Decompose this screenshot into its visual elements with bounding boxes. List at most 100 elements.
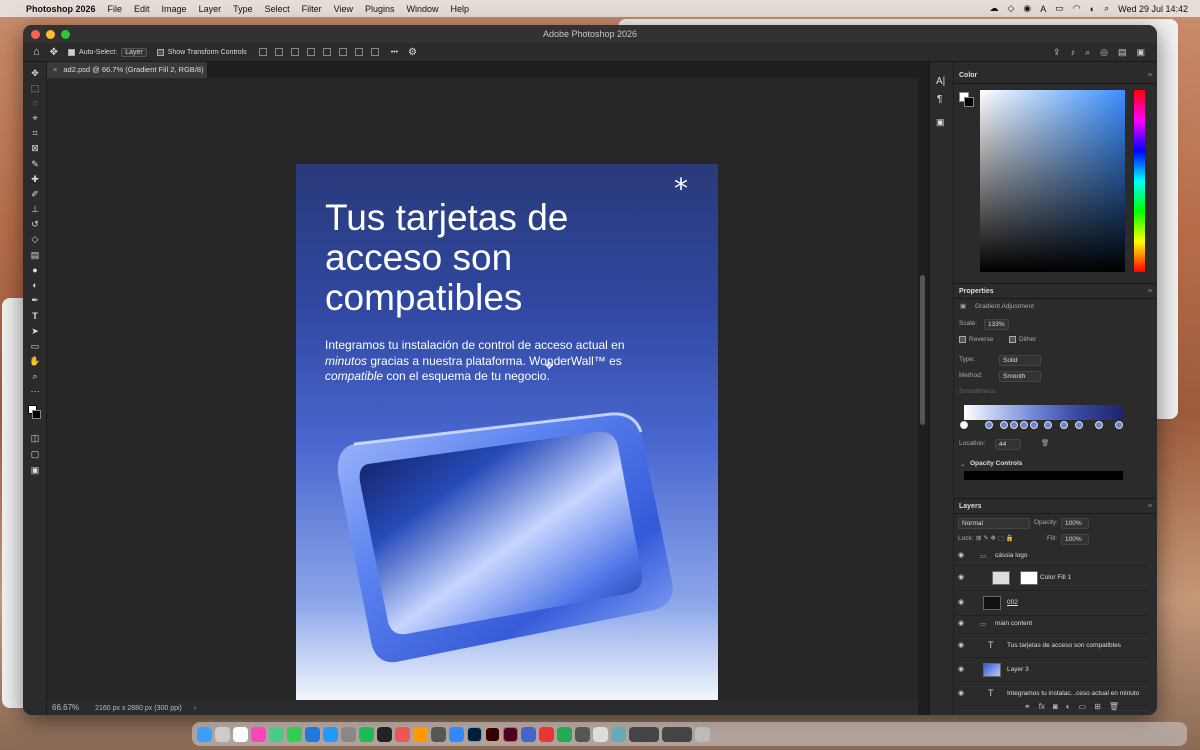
foreground-background-colors[interactable] — [28, 405, 42, 425]
layer-row[interactable]: ◉ ▭ main content — [954, 616, 1149, 634]
adjustments-panel-icon[interactable]: ▣ — [936, 117, 945, 128]
delete-stop-icon[interactable]: 🗑 — [1041, 439, 1049, 447]
messages-icon[interactable] — [287, 726, 302, 742]
dropbox-icon[interactable]: ◇ — [1007, 3, 1014, 14]
frame-tool-icon[interactable]: ⊠ — [28, 142, 42, 155]
align-left-icon[interactable] — [258, 48, 267, 56]
clock[interactable]: Wed 29 Jul 14:42 — [1118, 4, 1188, 14]
gradient-stop[interactable] — [985, 421, 993, 429]
visibility-eye-icon[interactable]: ◉ — [958, 598, 964, 606]
gradient-stop[interactable] — [1115, 421, 1123, 429]
color-swatches[interactable] — [959, 92, 975, 108]
hand-tool-icon[interactable]: ✋ — [28, 355, 42, 368]
link-layers-icon[interactable]: ⚭ — [1024, 702, 1031, 711]
gradient-stop[interactable] — [1010, 421, 1018, 429]
more-options-button[interactable]: ••• — [391, 49, 398, 56]
hue-slider[interactable] — [1134, 90, 1145, 272]
auto-select-dropdown[interactable]: Layer — [121, 47, 147, 57]
poster-body-text[interactable]: Integramos tu instalación de control de … — [325, 338, 655, 385]
menu-plugins[interactable]: Plugins — [365, 4, 395, 14]
method-dropdown[interactable]: Smooth — [999, 371, 1041, 382]
fill-input[interactable]: 100% — [1061, 534, 1089, 545]
move-tool-icon[interactable]: ✥ — [50, 47, 58, 58]
panel-menu-icon[interactable]: ≡ — [1148, 68, 1152, 84]
align-right-icon[interactable] — [290, 48, 299, 56]
document-canvas[interactable]: * Tus tarjetas de acceso son compatibles… — [296, 164, 718, 715]
settings-gear-icon[interactable]: ⚙ — [408, 47, 417, 58]
illustrator-icon[interactable] — [485, 726, 500, 742]
opacity-bar[interactable] — [964, 471, 1123, 480]
opacity-controls-label[interactable]: Opacity Controls — [970, 460, 1022, 467]
photos-icon[interactable] — [251, 726, 266, 742]
lock-icons[interactable]: ⊠ ✎ ✥ ⬚ 🔒 — [976, 534, 1014, 542]
spotify-icon[interactable] — [359, 726, 374, 742]
share-icon[interactable]: ⇪ — [1053, 47, 1061, 58]
zoom-window-button[interactable] — [61, 30, 70, 39]
pen-tool-icon[interactable]: ✒ — [28, 294, 42, 307]
transform-controls-checkbox[interactable] — [156, 48, 164, 56]
color-picker-field[interactable] — [980, 90, 1125, 272]
gradient-stop[interactable] — [1044, 421, 1052, 429]
control-center-icon[interactable]: ◐ — [1090, 4, 1095, 14]
menu-filter[interactable]: Filter — [302, 4, 322, 14]
wifi-icon[interactable]: ◠ — [1073, 3, 1081, 14]
align-middle-icon[interactable] — [338, 48, 347, 56]
menu-image[interactable]: Image — [162, 4, 187, 14]
paragraph-panel-icon[interactable]: ¶ — [937, 94, 942, 105]
menu-layer[interactable]: Layer — [199, 4, 222, 14]
menu-help[interactable]: Help — [451, 4, 470, 14]
new-group-icon[interactable]: ▭ — [1079, 702, 1087, 711]
visibility-eye-icon[interactable]: ◉ — [958, 665, 964, 673]
gradient-color-stops[interactable] — [960, 421, 1130, 431]
dodge-tool-icon[interactable]: ◐ — [28, 279, 42, 292]
blend-mode-dropdown[interactable]: Normal — [958, 518, 1030, 529]
visibility-eye-icon[interactable]: ◉ — [958, 619, 964, 627]
type-tool-icon[interactable]: T — [28, 310, 42, 323]
close-window-button[interactable] — [31, 30, 40, 39]
app-icon[interactable] — [575, 726, 590, 742]
healing-brush-icon[interactable]: ✚ — [28, 173, 42, 186]
home-icon[interactable]: ⌂ — [33, 46, 40, 58]
layer-row[interactable]: ◉ 002 — [954, 591, 1149, 616]
gradient-stop[interactable] — [1020, 421, 1028, 429]
object-select-tool-icon[interactable]: ⌖ — [28, 112, 42, 125]
vertical-scrollbar[interactable] — [920, 275, 925, 425]
vscode-icon[interactable] — [305, 726, 320, 742]
distribute-vertical-icon[interactable] — [370, 48, 379, 56]
minimize-window-button[interactable] — [46, 30, 55, 39]
gradient-stop[interactable] — [1075, 421, 1083, 429]
layer-style-icon[interactable]: fx — [1039, 702, 1045, 711]
app-icon[interactable] — [431, 726, 446, 742]
poster-heading[interactable]: Tus tarjetas de acceso son compatibles — [325, 198, 625, 318]
add-mask-icon[interactable]: ◙ — [1053, 702, 1058, 711]
menu-edit[interactable]: Edit — [134, 4, 150, 14]
distribute-icon[interactable] — [306, 48, 315, 56]
cloud-icon[interactable]: ☁ — [989, 3, 998, 14]
stamp-tool-icon[interactable]: ⊥ — [28, 203, 42, 216]
app-icon[interactable] — [449, 726, 464, 742]
menu-app-name[interactable]: Photoshop 2026 — [26, 4, 96, 14]
gradient-stop[interactable] — [960, 421, 968, 429]
layer-row[interactable]: ◉ Layer 3 — [954, 658, 1149, 682]
dither-checkbox[interactable] — [1009, 336, 1016, 343]
brush-tool-icon[interactable]: ✐ — [28, 188, 42, 201]
more-tools-icon[interactable]: ⋯ — [28, 385, 42, 398]
trash-icon[interactable] — [695, 726, 710, 742]
menu-view[interactable]: View — [334, 4, 353, 14]
delete-layer-icon[interactable]: 🗑 — [1109, 702, 1119, 711]
chevron-down-icon[interactable]: ⌄ — [960, 460, 965, 468]
chevron-right-icon[interactable]: › — [194, 705, 196, 712]
reverse-checkbox[interactable] — [959, 336, 966, 343]
eyedropper-tool-icon[interactable]: ✎ — [28, 158, 42, 171]
blur-tool-icon[interactable]: ● — [28, 264, 42, 277]
layer-row[interactable]: ◉ Color Fill 1 — [954, 566, 1149, 591]
layer-row[interactable]: ◉ ▭ cássia logo — [954, 548, 1149, 566]
marquee-tool-icon[interactable]: ⬚ — [28, 82, 42, 95]
app-icon[interactable] — [395, 726, 410, 742]
quick-mask-icon[interactable]: ◫ — [28, 432, 42, 445]
chrome-icon[interactable] — [269, 726, 284, 742]
finder-icon[interactable] — [197, 726, 212, 742]
zoom-tool-icon[interactable]: ⌕ — [28, 370, 42, 383]
new-layer-icon[interactable]: ⊞ — [1094, 702, 1101, 711]
menu-window[interactable]: Window — [407, 4, 439, 14]
